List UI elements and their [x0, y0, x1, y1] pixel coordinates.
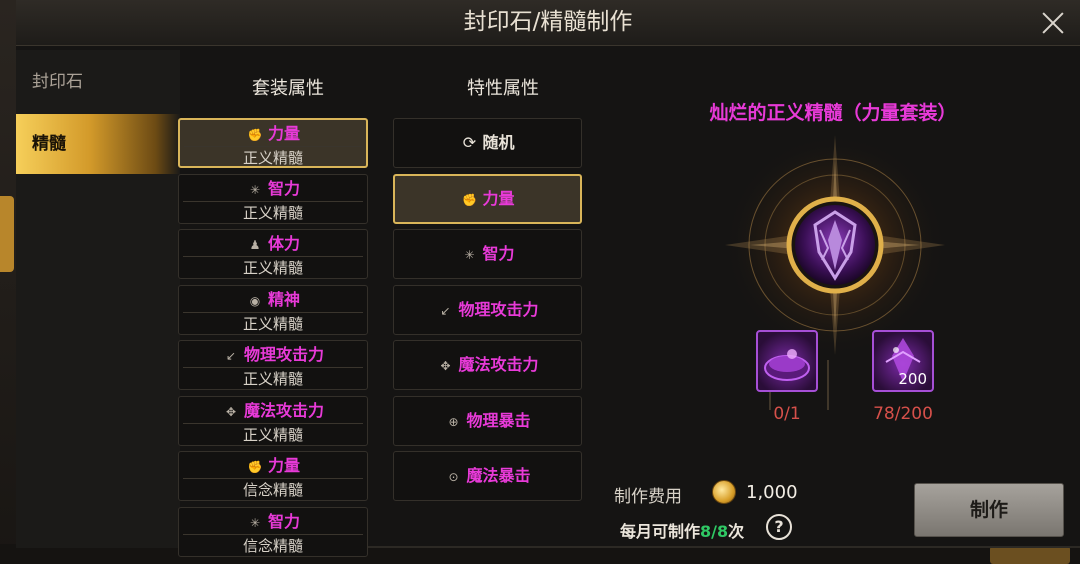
trait-item[interactable]: ⊙ 魔法暴击 [393, 451, 582, 501]
set-item-type: 正义精髓 [242, 149, 303, 167]
essence-emblem-icon [723, 133, 947, 357]
set-item[interactable]: ✳ 智力信念精髓 [178, 506, 368, 557]
fist-icon: ✊ [247, 128, 263, 142]
set-item[interactable]: ✳ 智力正义精髓 [178, 173, 368, 224]
set-item-type: 信念精髓 [242, 481, 303, 499]
monthly-prefix: 每月可制作 [620, 522, 701, 541]
preview-item-title: 灿烂的正义精髓（力量套装） [709, 102, 957, 124]
cost-label: 制作费用 [614, 487, 682, 507]
set-item-label: 物理攻击力 [243, 345, 324, 364]
trait-item-label: 智力 [482, 244, 515, 263]
set-item-name: ✊ 力量 [179, 454, 367, 478]
trait-item-label: 力量 [482, 188, 515, 208]
make-button-label: 制作 [969, 499, 1008, 521]
set-item-name: ♟ 体力 [179, 232, 367, 256]
close-icon[interactable] [1036, 6, 1070, 40]
set-item-type: 正义精髓 [242, 203, 303, 222]
magic-star-icon: ✥ [225, 404, 237, 419]
monthly-count: 8/8 [700, 522, 729, 541]
magic-star-icon: ✥ [440, 359, 451, 373]
sparkle-cross-icon: ✳ [464, 248, 475, 262]
sparkle-cross-icon: ✳ [249, 515, 261, 530]
set-item[interactable]: ◉ 精神正义精髓 [178, 284, 368, 335]
help-icon[interactable]: ? [766, 514, 792, 540]
set-item-label: 体力 [267, 234, 300, 253]
set-item-type: 正义精髓 [242, 314, 303, 333]
preview-panel: 灿烂的正义精髓（力量套装） [598, 50, 1064, 550]
set-item-name: ✥ 魔法攻击力 [179, 399, 367, 423]
gold-coin-icon [712, 480, 736, 504]
figure-icon: ♟ [249, 238, 261, 252]
sidebar-item-essence[interactable]: 精髓 [16, 114, 180, 174]
dialog-title: 封印石/精髓制作 [463, 9, 633, 35]
set-item-type: 正义精髓 [242, 259, 303, 277]
sidebar-item-seal-stone[interactable]: 封印石 [16, 54, 180, 114]
set-item-label: 力量 [267, 456, 300, 475]
trait-item[interactable]: ⟳ 随机 [393, 118, 582, 168]
dialog-titlebar: 封印石/精髓制作 [16, 0, 1080, 46]
fist-icon: ✊ [462, 192, 477, 207]
material-count-1: 0/1 [773, 404, 801, 424]
material-slot-2[interactable]: 200 [872, 330, 934, 392]
game-screen: 封印石/精髓制作 封印石 精髓 套装属性 特性属性 ✊ 力量 正义精髓 ✳ 智力 正义精髓… [0, 0, 1080, 564]
monthly-suffix: 次 [728, 522, 745, 541]
set-item[interactable]: ♟ 体力正义精髓 [178, 229, 368, 279]
background-tab [0, 196, 14, 272]
purple-bowl-icon [764, 349, 810, 381]
set-item-type: 正义精髓 [242, 370, 303, 388]
set-item-label: 魔法攻击力 [243, 400, 324, 420]
set-item-name: ↙ 物理攻击力 [179, 343, 367, 367]
category-sidebar: 封印石 精髓 [16, 50, 180, 548]
refresh-icon: ⟳ [462, 133, 477, 152]
set-item-name: ✳ 智力 [179, 510, 367, 534]
trait-item-label: 物理暴击 [466, 410, 531, 430]
eye-icon: ◉ [249, 293, 261, 308]
target-dot-icon: ⊙ [448, 470, 459, 484]
set-item-label: 智力 [267, 511, 300, 531]
set-item[interactable]: ✥ 魔法攻击力正义精髓 [178, 395, 368, 446]
set-item-label: 精神 [267, 289, 300, 309]
make-button[interactable]: 制作 [914, 483, 1064, 537]
sparkle-cross-icon: ✳ [249, 182, 261, 197]
set-item-label: 智力 [267, 178, 300, 198]
target-icon: ⊕ [448, 414, 459, 429]
trait-item-label: 物理攻击力 [458, 299, 539, 319]
material-count-2: 78/200 [873, 404, 933, 424]
set-item-type: 信念精髓 [242, 536, 303, 555]
trait-item[interactable]: ✊ 力量 [393, 173, 582, 224]
sword-icon: ↙ [440, 303, 451, 318]
trait-item[interactable]: ↙ 物理攻击力 [393, 284, 582, 335]
set-item[interactable]: ↙ 物理攻击力正义精髓 [178, 340, 368, 390]
set-item-name: ✊ 力量 [180, 122, 366, 146]
trait-item[interactable]: ⊕ 物理暴击 [393, 395, 582, 446]
trait-item[interactable]: ✥ 魔法攻击力 [393, 340, 582, 390]
monthly-limit-text: 每月可制作8/8次 [620, 518, 744, 542]
cost-value: 1,000 [746, 482, 798, 503]
trait-attribute-header: 特性属性 [467, 78, 539, 99]
trait-item-label: 随机 [482, 133, 515, 152]
fist-icon: ✊ [247, 460, 263, 474]
trait-item-label: 魔法暴击 [466, 466, 531, 485]
trait-item[interactable]: ✳ 智力 [393, 229, 582, 279]
set-attribute-header: 套装属性 [252, 78, 324, 99]
material-stack-badge: 200 [898, 370, 927, 388]
trait-item-label: 魔法攻击力 [458, 355, 539, 374]
set-item-type: 正义精髓 [242, 425, 303, 444]
set-item-label: 力量 [267, 124, 300, 143]
background-left-strip [0, 0, 16, 564]
set-item-name: ✳ 智力 [179, 177, 367, 201]
material-slot-1[interactable] [756, 330, 818, 392]
set-item[interactable]: ✊ 力量正义精髓 [178, 118, 368, 168]
set-item-name: ◉ 精神 [179, 288, 367, 312]
sword-icon: ↙ [225, 349, 237, 363]
set-item[interactable]: ✊ 力量信念精髓 [178, 451, 368, 501]
